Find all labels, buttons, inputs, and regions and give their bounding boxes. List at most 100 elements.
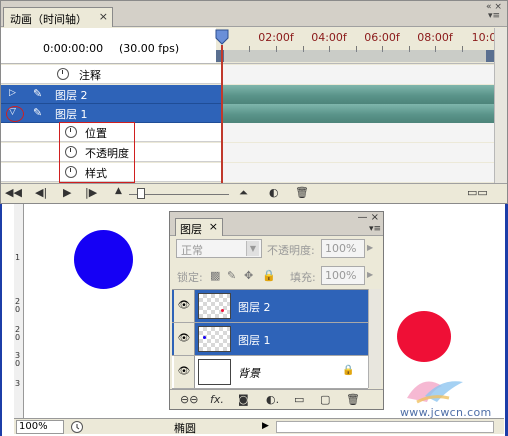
layer-row-background[interactable]: 👁 背景 🔒 (172, 356, 368, 389)
time-display: 0:00:00:00 (30.00 fps) (1, 28, 216, 64)
timeline-track[interactable] (222, 123, 494, 142)
panel-collapse-icon[interactable]: « × ▾≡ (485, 3, 503, 21)
close-icon[interactable]: × (99, 10, 108, 23)
timeline-row-layer1[interactable]: ▽ ✎ 图层 1 (1, 104, 494, 123)
timeline-row-comments[interactable]: 注释 (1, 65, 494, 84)
prev-frame-icon[interactable]: ◀| (35, 186, 47, 199)
timeline-scrollbar[interactable] (494, 28, 507, 183)
brush-icon: ✎ (33, 106, 43, 119)
current-time: 0:00:00:00 (43, 42, 104, 55)
work-area-bar[interactable] (216, 44, 494, 64)
timeline-row-layer2[interactable]: ▷ ✎ 图层 2 (1, 85, 494, 104)
ruler-tick-label: 10:0 (471, 31, 497, 44)
link-icon[interactable]: ⊖⊖ (180, 393, 198, 406)
layer-name[interactable]: 图层 2 (238, 299, 271, 315)
triangle-right-icon[interactable]: ▷ (9, 88, 16, 98)
current-tool-label: 椭圆 (174, 422, 196, 435)
info-icon[interactable] (70, 420, 84, 434)
eye-icon[interactable]: 👁 (174, 356, 195, 388)
opacity-arrow-icon[interactable]: ▶ (367, 243, 373, 252)
lock-image-icon[interactable]: ✎ (227, 269, 236, 282)
group-folder-icon[interactable]: ▭ (294, 393, 304, 406)
trash-icon[interactable]: 🗑 (295, 186, 309, 199)
layer-row-layer2[interactable]: 👁 图层 2 (172, 290, 368, 323)
fill-label: 填充: (290, 271, 316, 284)
layers-footer: ⊖⊖ fx. ◙ ◐. ▭ ▢ 🗑 (170, 389, 383, 409)
eye-icon[interactable]: 👁 (174, 323, 195, 355)
layer-thumbnail (198, 326, 231, 352)
blend-mode-select[interactable]: 正常 ▼ (176, 239, 262, 258)
eye-icon[interactable]: 👁 (174, 290, 195, 322)
vertical-ruler: 1 2 0 2 0 3 0 3 (14, 204, 24, 418)
lock-position-icon[interactable]: ✥ (244, 269, 253, 282)
convert-to-frames-icon[interactable]: ▭▭ (467, 186, 488, 199)
horizontal-scrollbar[interactable] (276, 421, 494, 433)
lock-all-icon[interactable]: 🔒 (262, 269, 276, 282)
ruler-tick-label: 02:00f (258, 31, 294, 44)
layers-panel: 图层 × — × ▾≡ 正常 ▼ 不透明度: 100% ▶ 锁定: ▩ ✎ ✥ … (169, 211, 384, 410)
ruler-tick-label: 04:00f (311, 31, 347, 44)
ruler-tick-label: 06:00f (364, 31, 400, 44)
ruler-label: 0 (15, 333, 21, 342)
adjustment-icon[interactable]: ◐. (266, 393, 279, 406)
first-frame-icon[interactable]: ◀◀ (5, 186, 22, 199)
watermark-logo (407, 381, 463, 404)
timeline-row-label: 图层 1 (55, 108, 88, 121)
lock-label: 锁定: (177, 271, 203, 284)
layer-name[interactable]: 背景 (238, 365, 260, 381)
zoom-in-icon[interactable]: ⏶ (239, 186, 248, 200)
layer1-duration-bar[interactable] (222, 104, 494, 123)
tab-layers[interactable]: 图层 × (175, 218, 223, 236)
fx-icon[interactable]: fx. (210, 393, 224, 406)
tab-animation[interactable]: 动画（时间轴） × (3, 7, 113, 27)
timeline-track[interactable] (222, 163, 494, 182)
ruler-tick-label: 08:00f (417, 31, 453, 44)
stopwatch-icon[interactable] (57, 68, 69, 80)
play-icon[interactable]: ▶ (63, 186, 71, 199)
zoom-level-field[interactable]: 100% (16, 420, 64, 434)
layer-row-layer1[interactable]: 👁 图层 1 (172, 323, 368, 356)
blue-circle-shape[interactable] (74, 230, 133, 289)
new-layer-icon[interactable]: ▢ (320, 393, 330, 406)
next-frame-icon[interactable]: |▶ (85, 186, 97, 199)
timeline-row-label: 注释 (79, 69, 101, 82)
mask-icon[interactable]: ◙ (238, 393, 249, 406)
lock-transparency-icon[interactable]: ▩ (210, 269, 220, 282)
annotation-highlight-circle (6, 106, 24, 122)
fill-arrow-icon[interactable]: ▶ (367, 270, 373, 279)
red-circle-shape[interactable] (397, 311, 451, 362)
trash-icon[interactable]: 🗑 (346, 393, 360, 406)
layers-panel-header: 图层 × — × ▾≡ (170, 212, 383, 236)
panel-close-icon[interactable]: — × (357, 212, 379, 223)
status-menu-arrow-icon[interactable]: ▶ (262, 421, 269, 431)
status-bar: 100% 椭圆 ▶ (14, 418, 504, 435)
frame-rate: (30.00 fps) (119, 42, 180, 55)
animation-panel: 动画（时间轴） × « × ▾≡ 0:00:00:00 (30.00 fps) … (0, 0, 508, 204)
timeline-track[interactable] (222, 65, 494, 84)
ruler-label: 3 (15, 379, 21, 388)
close-icon[interactable]: × (209, 220, 218, 233)
chevron-down-icon: ▼ (246, 241, 259, 256)
layers-scrollbar[interactable] (368, 289, 381, 388)
time-ruler[interactable]: 02:00f 04:00f 06:00f 08:00f 10:0 (216, 28, 497, 64)
tween-icon[interactable]: ◐ (269, 186, 279, 199)
fill-field[interactable]: 100% (321, 266, 365, 285)
layer2-duration-bar[interactable] (222, 85, 494, 104)
layer-name[interactable]: 图层 1 (238, 332, 271, 348)
panel-menu-icon[interactable]: ▾≡ (369, 224, 381, 234)
brush-icon: ✎ (33, 87, 43, 100)
zoom-out-icon[interactable]: ▲ (115, 186, 122, 196)
opacity-field[interactable]: 100% (321, 239, 365, 258)
blend-mode-value: 正常 (181, 244, 203, 257)
playhead-icon[interactable] (215, 29, 229, 45)
animation-tab-bar: 动画（时间轴） × « × ▾≡ (1, 1, 507, 27)
zoom-slider-knob[interactable] (137, 188, 145, 199)
layer-thumbnail (198, 359, 231, 385)
annotation-highlight-box (59, 122, 135, 183)
animation-footer: ◀◀ ◀| ▶ |▶ ▲ ⏶ ◐ 🗑 ▭▭ (1, 183, 507, 203)
tab-animation-label: 动画（时间轴） (10, 13, 87, 26)
tab-layers-label: 图层 (180, 223, 202, 236)
layers-list: 👁 图层 2 👁 图层 1 👁 背景 🔒 (172, 289, 368, 389)
lock-icon: 🔒 (342, 365, 355, 376)
timeline-track[interactable] (222, 143, 494, 162)
